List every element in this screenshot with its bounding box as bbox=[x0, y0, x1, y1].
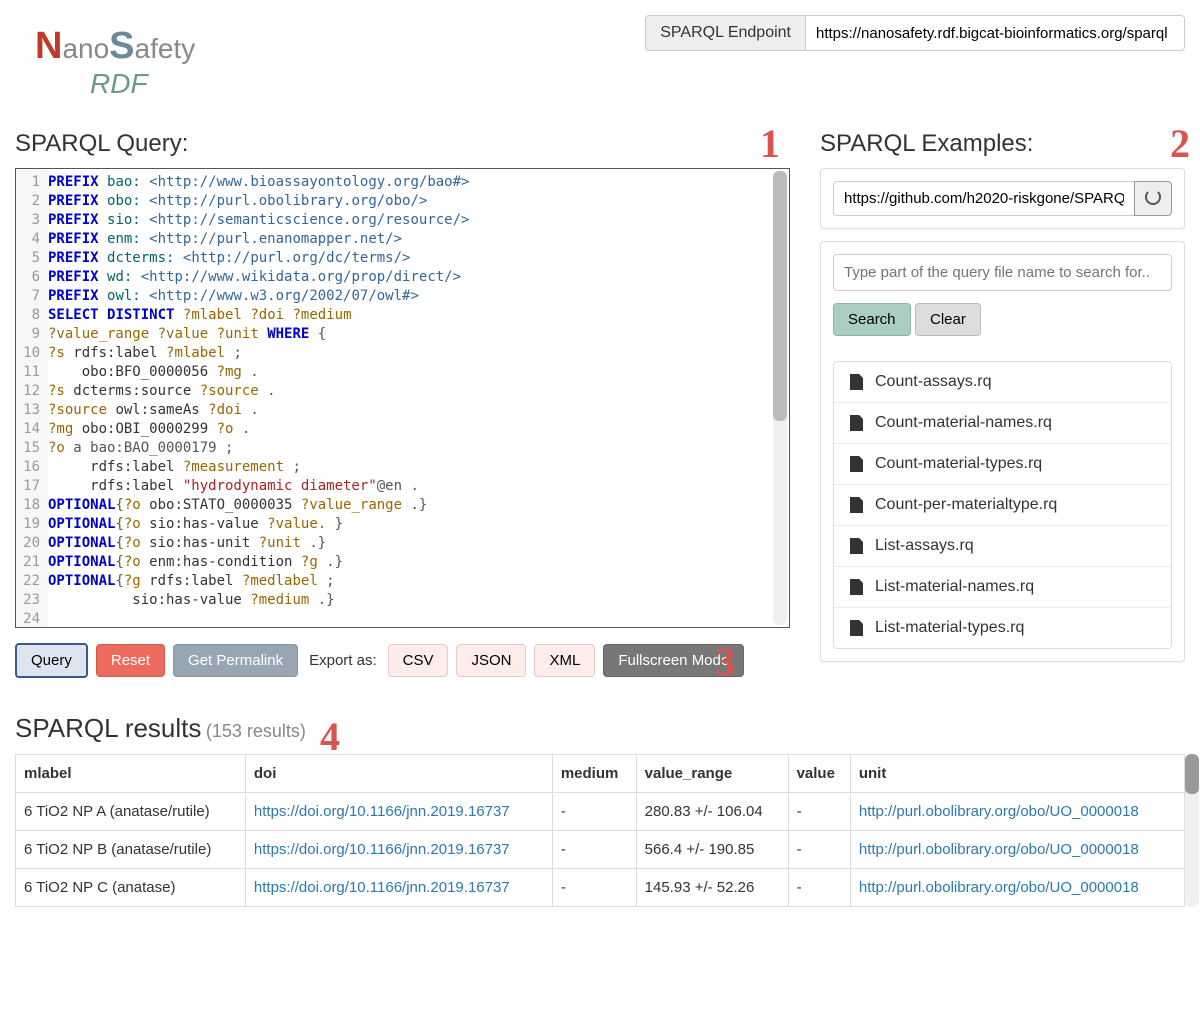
export-csv-button[interactable]: CSV bbox=[388, 644, 449, 677]
column-header: mlabel bbox=[16, 755, 246, 793]
table-cell: http://purl.obolibrary.org/obo/UO_000001… bbox=[850, 869, 1184, 907]
search-button[interactable]: Search bbox=[833, 303, 911, 336]
annotation-2: 2 bbox=[1170, 120, 1190, 167]
sparql-editor[interactable]: 123456789101112131415161718192021222324 … bbox=[15, 168, 790, 628]
example-item-label: Count-material-names.rq bbox=[875, 414, 1052, 432]
examples-list: Count-assays.rq Count-material-names.rq Co… bbox=[833, 361, 1172, 649]
table-row: 6 TiO2 NP C (anatase) https://doi.org/10.… bbox=[16, 869, 1185, 907]
example-item[interactable]: Count-material-names.rq bbox=[834, 403, 1171, 444]
result-link[interactable]: https://doi.org/10.1166/jnn.2019.16737 bbox=[254, 803, 510, 820]
table-cell: 6 TiO2 NP A (anatase/rutile) bbox=[16, 793, 246, 831]
table-cell: https://doi.org/10.1166/jnn.2019.16737 bbox=[245, 793, 552, 831]
example-item-label: List-assays.rq bbox=[875, 537, 974, 555]
examples-search-input[interactable] bbox=[833, 254, 1172, 291]
permalink-button[interactable]: Get Permalink bbox=[173, 644, 298, 677]
table-cell: https://doi.org/10.1166/jnn.2019.16737 bbox=[245, 831, 552, 869]
export-json-button[interactable]: JSON bbox=[456, 644, 526, 677]
table-cell: - bbox=[788, 831, 850, 869]
file-icon bbox=[850, 374, 863, 390]
query-button[interactable]: Query bbox=[15, 643, 88, 678]
file-icon bbox=[850, 579, 863, 595]
annotation-4: 4 bbox=[320, 713, 340, 760]
table-cell: - bbox=[552, 831, 636, 869]
endpoint-group: SPARQL Endpoint bbox=[645, 15, 1185, 51]
export-label: Export as: bbox=[309, 652, 377, 669]
table-row: 6 TiO2 NP B (anatase/rutile) https://doi.… bbox=[16, 831, 1185, 869]
refresh-button[interactable] bbox=[1134, 181, 1172, 216]
file-icon bbox=[850, 538, 863, 554]
endpoint-input[interactable] bbox=[805, 15, 1185, 51]
result-link[interactable]: http://purl.obolibrary.org/obo/UO_000001… bbox=[859, 803, 1139, 820]
column-header: doi bbox=[245, 755, 552, 793]
column-header: value bbox=[788, 755, 850, 793]
logo: NanoSafety RDF bbox=[15, 15, 195, 100]
results-scrollbar-thumb[interactable] bbox=[1185, 754, 1199, 794]
editor-gutter: 123456789101112131415161718192021222324 bbox=[16, 169, 48, 627]
refresh-icon bbox=[1145, 189, 1161, 205]
file-icon bbox=[850, 456, 863, 472]
result-link[interactable]: https://doi.org/10.1166/jnn.2019.16737 bbox=[254, 841, 510, 858]
table-cell: 6 TiO2 NP B (anatase/rutile) bbox=[16, 831, 246, 869]
table-cell: - bbox=[788, 869, 850, 907]
example-item-label: Count-per-materialtype.rq bbox=[875, 496, 1057, 514]
column-header: medium bbox=[552, 755, 636, 793]
query-title: SPARQL Query: bbox=[15, 130, 790, 158]
example-item[interactable]: Count-per-materialtype.rq bbox=[834, 485, 1171, 526]
result-link[interactable]: https://doi.org/10.1166/jnn.2019.16737 bbox=[254, 879, 510, 896]
example-item[interactable]: List-material-types.rq bbox=[834, 608, 1171, 648]
editor-scrollbar-thumb[interactable] bbox=[773, 171, 787, 421]
export-xml-button[interactable]: XML bbox=[534, 644, 595, 677]
result-link[interactable]: http://purl.obolibrary.org/obo/UO_000001… bbox=[859, 879, 1139, 896]
column-header: unit bbox=[850, 755, 1184, 793]
reset-button[interactable]: Reset bbox=[96, 644, 165, 677]
file-icon bbox=[850, 620, 863, 636]
results-count: (153 results) bbox=[206, 721, 306, 741]
example-item-label: Count-material-types.rq bbox=[875, 455, 1042, 473]
example-item-label: List-material-types.rq bbox=[875, 619, 1024, 637]
table-row: 6 TiO2 NP A (anatase/rutile) https://doi.… bbox=[16, 793, 1185, 831]
file-icon bbox=[850, 415, 863, 431]
table-cell: - bbox=[552, 793, 636, 831]
table-cell: https://doi.org/10.1166/jnn.2019.16737 bbox=[245, 869, 552, 907]
results-table: mlabeldoimediumvalue_rangevalueunit 6 Ti… bbox=[15, 754, 1185, 907]
table-cell: 6 TiO2 NP C (anatase) bbox=[16, 869, 246, 907]
results-title: SPARQL results bbox=[15, 713, 201, 743]
endpoint-label: SPARQL Endpoint bbox=[645, 15, 805, 51]
table-cell: 280.83 +/- 106.04 bbox=[636, 793, 788, 831]
example-item-label: Count-assays.rq bbox=[875, 373, 992, 391]
annotation-3: 3 bbox=[715, 638, 735, 685]
table-cell: http://purl.obolibrary.org/obo/UO_000001… bbox=[850, 793, 1184, 831]
annotation-1: 1 bbox=[760, 120, 780, 167]
result-link[interactable]: http://purl.obolibrary.org/obo/UO_000001… bbox=[859, 841, 1139, 858]
example-item-label: List-material-names.rq bbox=[875, 578, 1034, 596]
examples-title: SPARQL Examples: bbox=[820, 130, 1185, 158]
example-item[interactable]: List-assays.rq bbox=[834, 526, 1171, 567]
example-item[interactable]: Count-assays.rq bbox=[834, 362, 1171, 403]
clear-button[interactable]: Clear bbox=[915, 303, 981, 336]
github-repo-input[interactable] bbox=[833, 181, 1134, 216]
editor-code[interactable]: PREFIX bao: <http://www.bioassayontology… bbox=[48, 169, 789, 627]
table-cell: - bbox=[788, 793, 850, 831]
table-cell: - bbox=[552, 869, 636, 907]
column-header: value_range bbox=[636, 755, 788, 793]
table-cell: 566.4 +/- 190.85 bbox=[636, 831, 788, 869]
table-cell: 145.93 +/- 52.26 bbox=[636, 869, 788, 907]
table-cell: http://purl.obolibrary.org/obo/UO_000001… bbox=[850, 831, 1184, 869]
example-item[interactable]: Count-material-types.rq bbox=[834, 444, 1171, 485]
example-item[interactable]: List-material-names.rq bbox=[834, 567, 1171, 608]
file-icon bbox=[850, 497, 863, 513]
